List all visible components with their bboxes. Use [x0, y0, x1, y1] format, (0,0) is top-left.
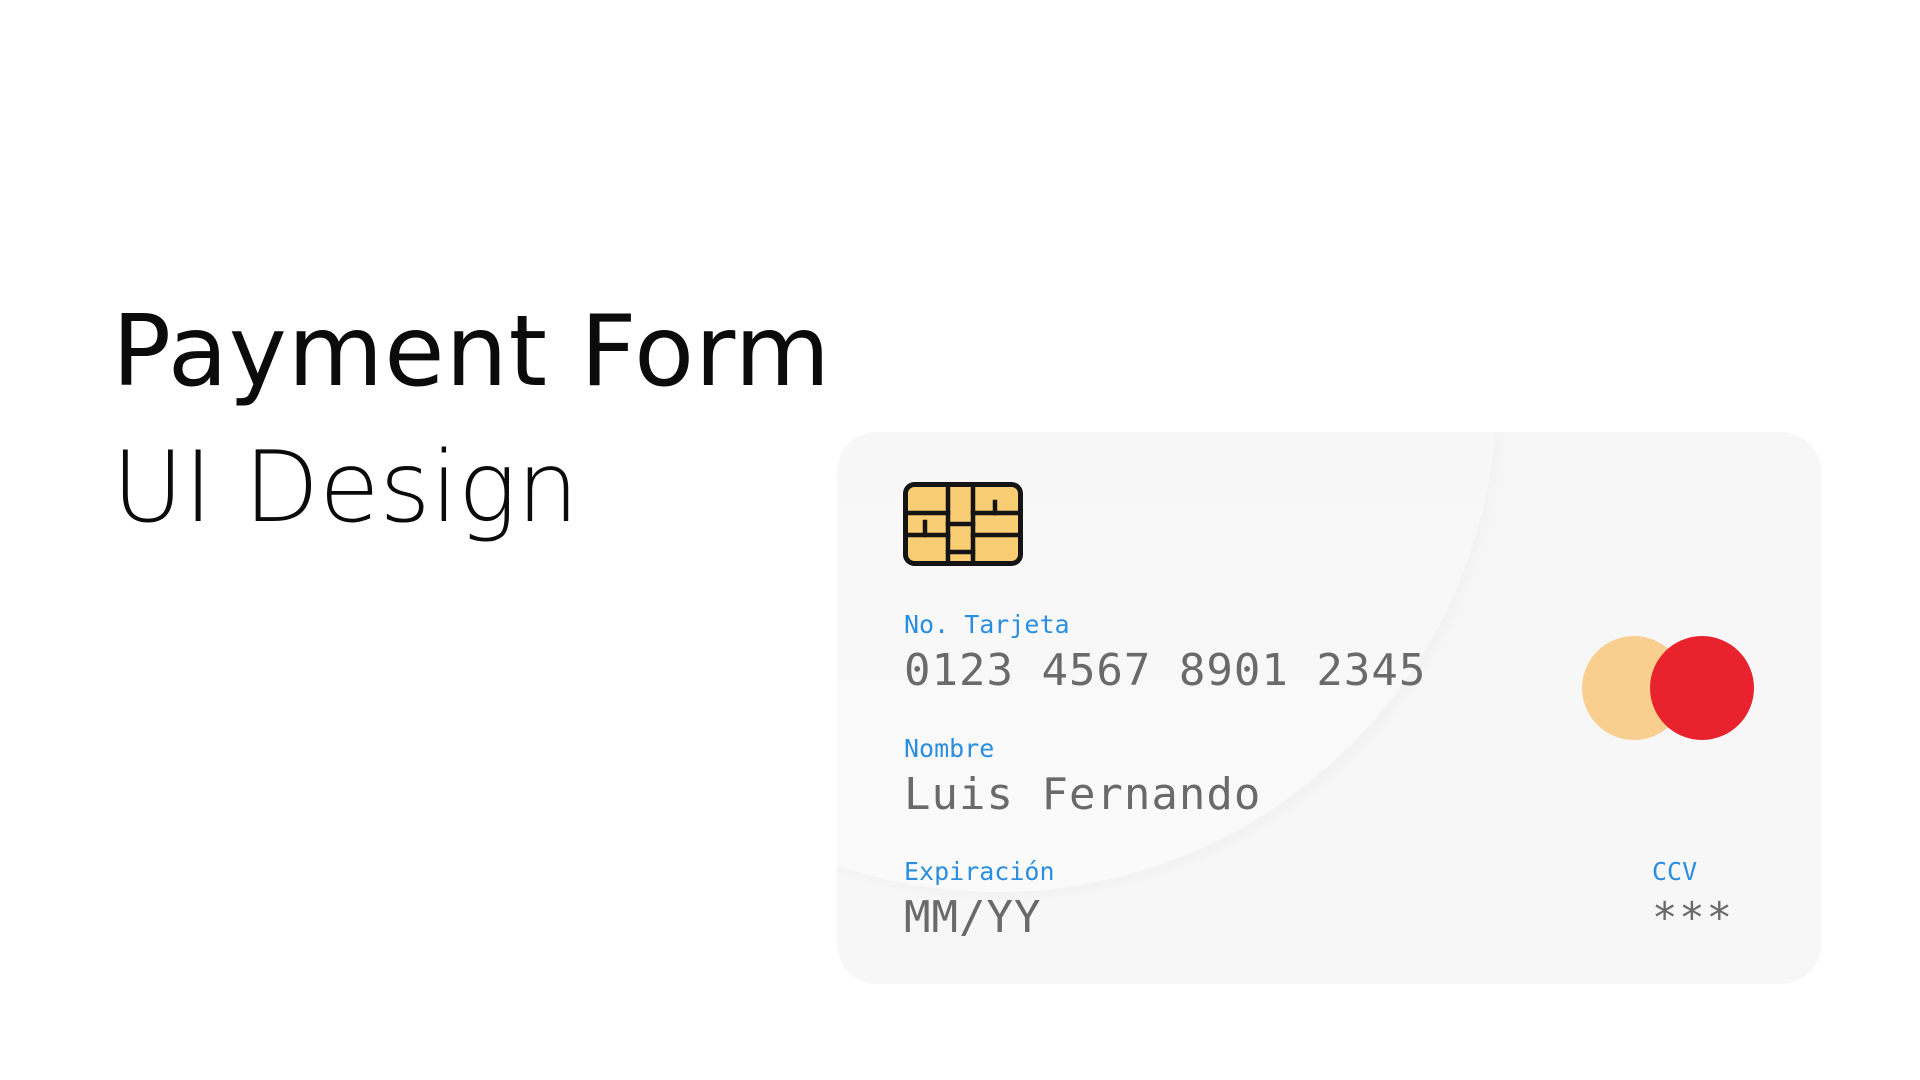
cardholder-name-input[interactable]	[904, 768, 1464, 820]
ccv-input[interactable]	[1652, 891, 1772, 943]
expiration-input[interactable]	[904, 891, 1104, 943]
page-title: Payment Form	[112, 295, 832, 409]
ccv-label: CCV	[1652, 857, 1698, 886]
page: Payment Form UI Design No. Tarjeta 0123 …	[0, 0, 1920, 1080]
card-chip-icon	[903, 482, 1023, 566]
card-number-label: No. Tarjeta	[904, 610, 1070, 639]
card-brand-logo	[1582, 636, 1757, 740]
page-subtitle: UI Design	[112, 431, 579, 545]
cardholder-name-label: Nombre	[904, 734, 995, 763]
credit-card-form: No. Tarjeta Nombre Expiración CCV	[837, 432, 1821, 984]
brand-circle-right	[1650, 636, 1754, 740]
card-number-input[interactable]	[904, 644, 1464, 696]
expiration-label: Expiración	[904, 857, 1055, 886]
